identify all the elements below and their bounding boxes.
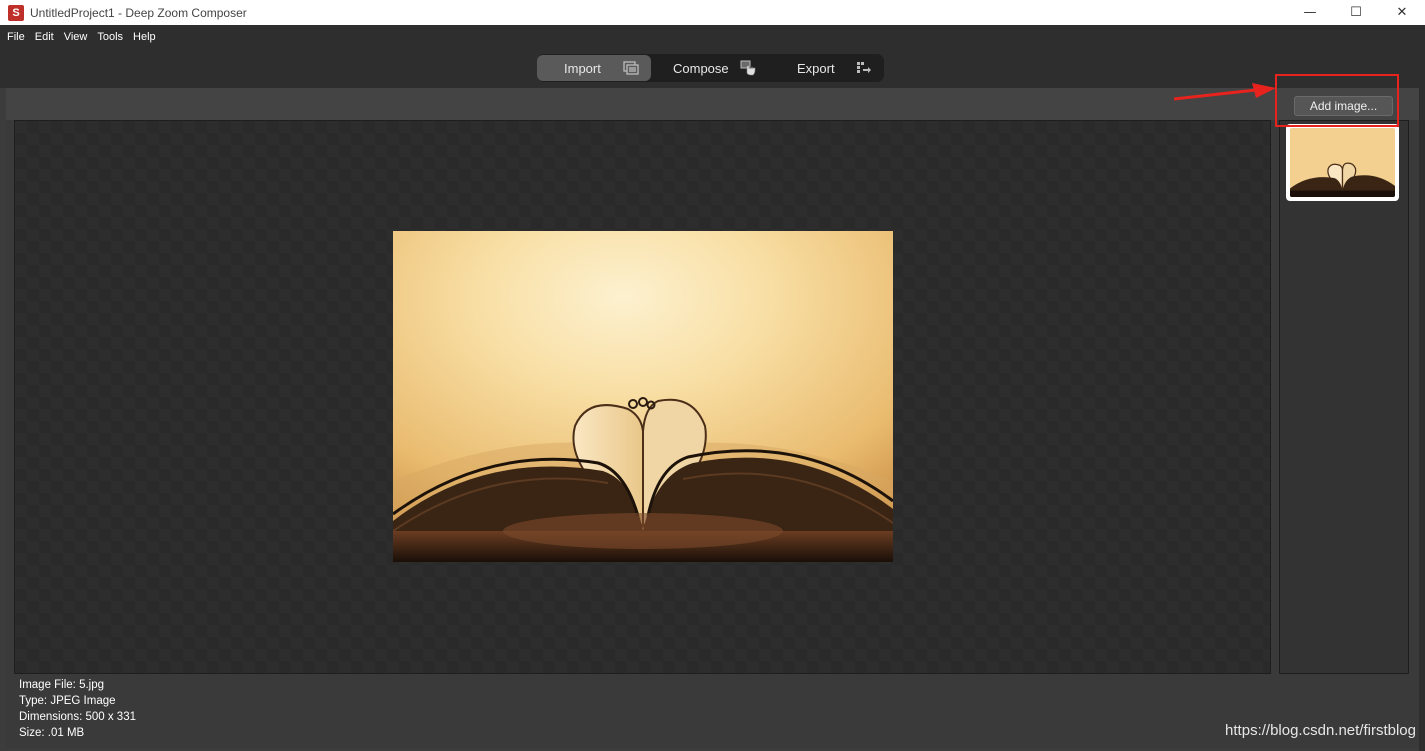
menu-bar: File Edit View Tools Help (0, 25, 1425, 48)
app-window: S UntitledProject1 - Deep Zoom Composer … (0, 0, 1425, 751)
book-heart-photo (393, 231, 893, 562)
title-bar: S UntitledProject1 - Deep Zoom Composer … (0, 0, 1425, 25)
app-logo-icon: S (8, 4, 24, 21)
image-size: Size: .01 MB (19, 727, 85, 739)
maximize-button[interactable]: ☐ (1333, 0, 1379, 25)
window-title: UntitledProject1 - Deep Zoom Composer (30, 5, 247, 20)
window-controls: — ☐ ✕ (1287, 0, 1425, 25)
menu-edit[interactable]: Edit (30, 31, 59, 43)
thumbnail-photo (1290, 128, 1395, 197)
tab-compose[interactable]: Compose (651, 55, 768, 81)
mode-switcher: Import Compose Export (537, 54, 884, 82)
export-icon (857, 62, 871, 73)
highlight-annotation (1275, 74, 1399, 127)
watermark-text: https://blog.csdn.net/firstblog (1225, 722, 1416, 739)
tab-import[interactable]: Import (537, 55, 651, 81)
image-type: Type: JPEG Image (19, 695, 116, 707)
tab-export-label: Export (797, 60, 835, 76)
minimize-button[interactable]: — (1287, 0, 1333, 25)
preview-image (393, 231, 893, 562)
tab-export[interactable]: Export (768, 55, 884, 81)
menu-view[interactable]: View (59, 31, 93, 43)
red-arrow-icon (1173, 83, 1276, 101)
tab-compose-label: Compose (673, 60, 729, 76)
image-thumbnail[interactable] (1286, 124, 1399, 201)
thumbnail-image (1290, 128, 1395, 197)
menu-file[interactable]: File (2, 31, 30, 43)
close-button[interactable]: ✕ (1379, 0, 1425, 25)
tab-import-label: Import (564, 60, 601, 76)
image-info: Image File: 5.jpg Type: JPEG Image Dimen… (19, 677, 136, 741)
image-dimensions: Dimensions: 500 x 331 (19, 711, 136, 723)
hand-cursor-icon (740, 60, 756, 76)
window-right-edge (1419, 48, 1425, 751)
menu-help[interactable]: Help (128, 31, 161, 43)
image-list-panel (1279, 120, 1409, 674)
import-icon (623, 61, 639, 75)
image-file-name: Image File: 5.jpg (19, 679, 105, 691)
menu-tools[interactable]: Tools (92, 31, 128, 43)
